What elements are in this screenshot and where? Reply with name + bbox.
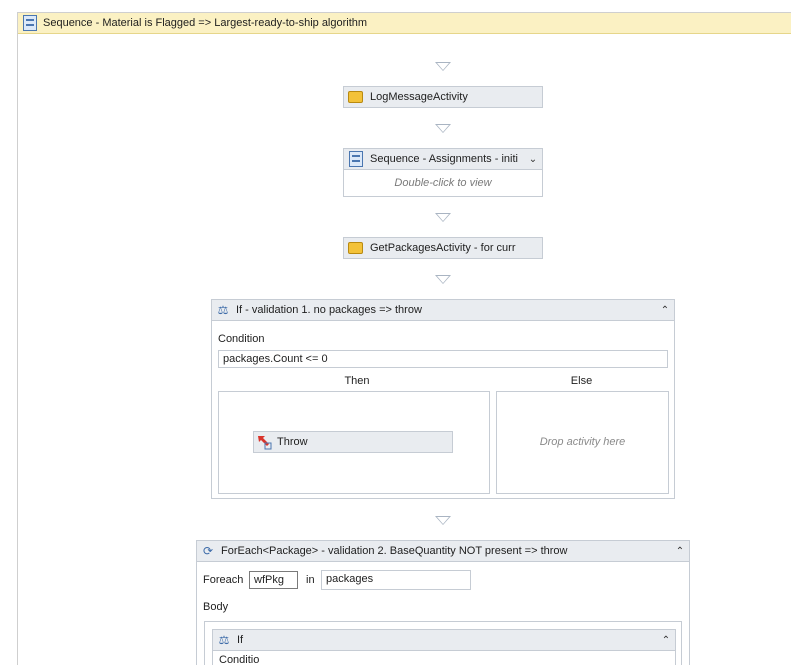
- root-sequence-header[interactable]: Sequence - Material is Flagged => Larges…: [18, 13, 791, 34]
- foreach-body[interactable]: ⚖ If ⌃ Conditio: [204, 621, 682, 665]
- condition-label: Condition: [218, 333, 265, 345]
- if-validation-activity[interactable]: ⚖ If - validation 1. no packages => thro…: [211, 299, 675, 499]
- body-label: Body: [203, 601, 229, 613]
- collapse-chevron-icon[interactable]: ⌃: [671, 546, 689, 557]
- connector-arrow-icon: [435, 275, 451, 284]
- get-packages-label: GetPackagesActivity - for curr: [370, 242, 516, 254]
- activity-icon: [348, 242, 363, 254]
- inner-if-header[interactable]: ⚖ If ⌃: [213, 630, 675, 651]
- foreach-icon: ⟳: [202, 544, 214, 558]
- collection-input[interactable]: packages: [321, 570, 471, 590]
- connector-arrow-icon: [435, 124, 451, 133]
- foreach-label: Foreach: [203, 574, 244, 586]
- inner-if-title: If: [237, 634, 244, 646]
- if-validation-title: If - validation 1. no packages => throw: [236, 304, 422, 316]
- log-message-activity[interactable]: LogMessageActivity: [343, 86, 543, 108]
- else-branch[interactable]: Drop activity here: [496, 391, 669, 494]
- if-icon: ⚖: [217, 303, 229, 317]
- in-label: in: [306, 574, 315, 586]
- inner-if-activity[interactable]: ⚖ If ⌃ Conditio: [212, 629, 676, 665]
- throw-activity[interactable]: Throw: [253, 431, 453, 453]
- then-label: Then: [344, 375, 370, 387]
- if-icon: ⚖: [218, 633, 230, 647]
- foreach-title: ForEach<Package> - validation 2. BaseQua…: [221, 545, 568, 557]
- foreach-activity[interactable]: ⟳ ForEach<Package> - validation 2. BaseQ…: [196, 540, 690, 665]
- drop-activity-hint: Drop activity here: [539, 436, 626, 448]
- inner-condition-label: Conditio: [219, 654, 260, 665]
- root-sequence-title: Sequence - Material is Flagged => Larges…: [43, 17, 368, 29]
- log-message-label: LogMessageActivity: [370, 91, 468, 103]
- collapse-chevron-icon[interactable]: ⌃: [657, 635, 675, 646]
- sequence-icon: [349, 151, 363, 167]
- get-packages-activity[interactable]: GetPackagesActivity - for curr: [343, 237, 543, 259]
- activity-icon: [348, 91, 363, 103]
- foreach-variable-input[interactable]: wfPkg: [249, 571, 298, 589]
- collapse-chevron-icon[interactable]: ⌃: [656, 305, 674, 316]
- else-label: Else: [570, 375, 593, 387]
- connector-arrow-icon: [435, 62, 451, 71]
- double-click-hint: Double-click to view: [394, 177, 492, 189]
- foreach-header[interactable]: ⟳ ForEach<Package> - validation 2. BaseQ…: [197, 541, 689, 562]
- throw-label: Throw: [277, 436, 308, 448]
- assignments-sequence[interactable]: Sequence - Assignments - initi ⌄ Double-…: [343, 148, 543, 197]
- connector-arrow-icon: [435, 213, 451, 222]
- connector-arrow-icon: [435, 516, 451, 525]
- sequence-icon: [23, 15, 37, 31]
- then-branch[interactable]: Throw: [218, 391, 490, 494]
- if-validation-header[interactable]: ⚖ If - validation 1. no packages => thro…: [212, 300, 674, 321]
- workflow-designer-canvas: Sequence - Material is Flagged => Larges…: [0, 0, 791, 665]
- expand-chevron-icon[interactable]: ⌄: [524, 154, 542, 165]
- assignments-sequence-header[interactable]: Sequence - Assignments - initi ⌄: [344, 149, 542, 170]
- assignments-sequence-label: Sequence - Assignments - initi: [370, 153, 518, 165]
- throw-icon: [258, 436, 272, 450]
- condition-input[interactable]: packages.Count <= 0: [218, 350, 668, 368]
